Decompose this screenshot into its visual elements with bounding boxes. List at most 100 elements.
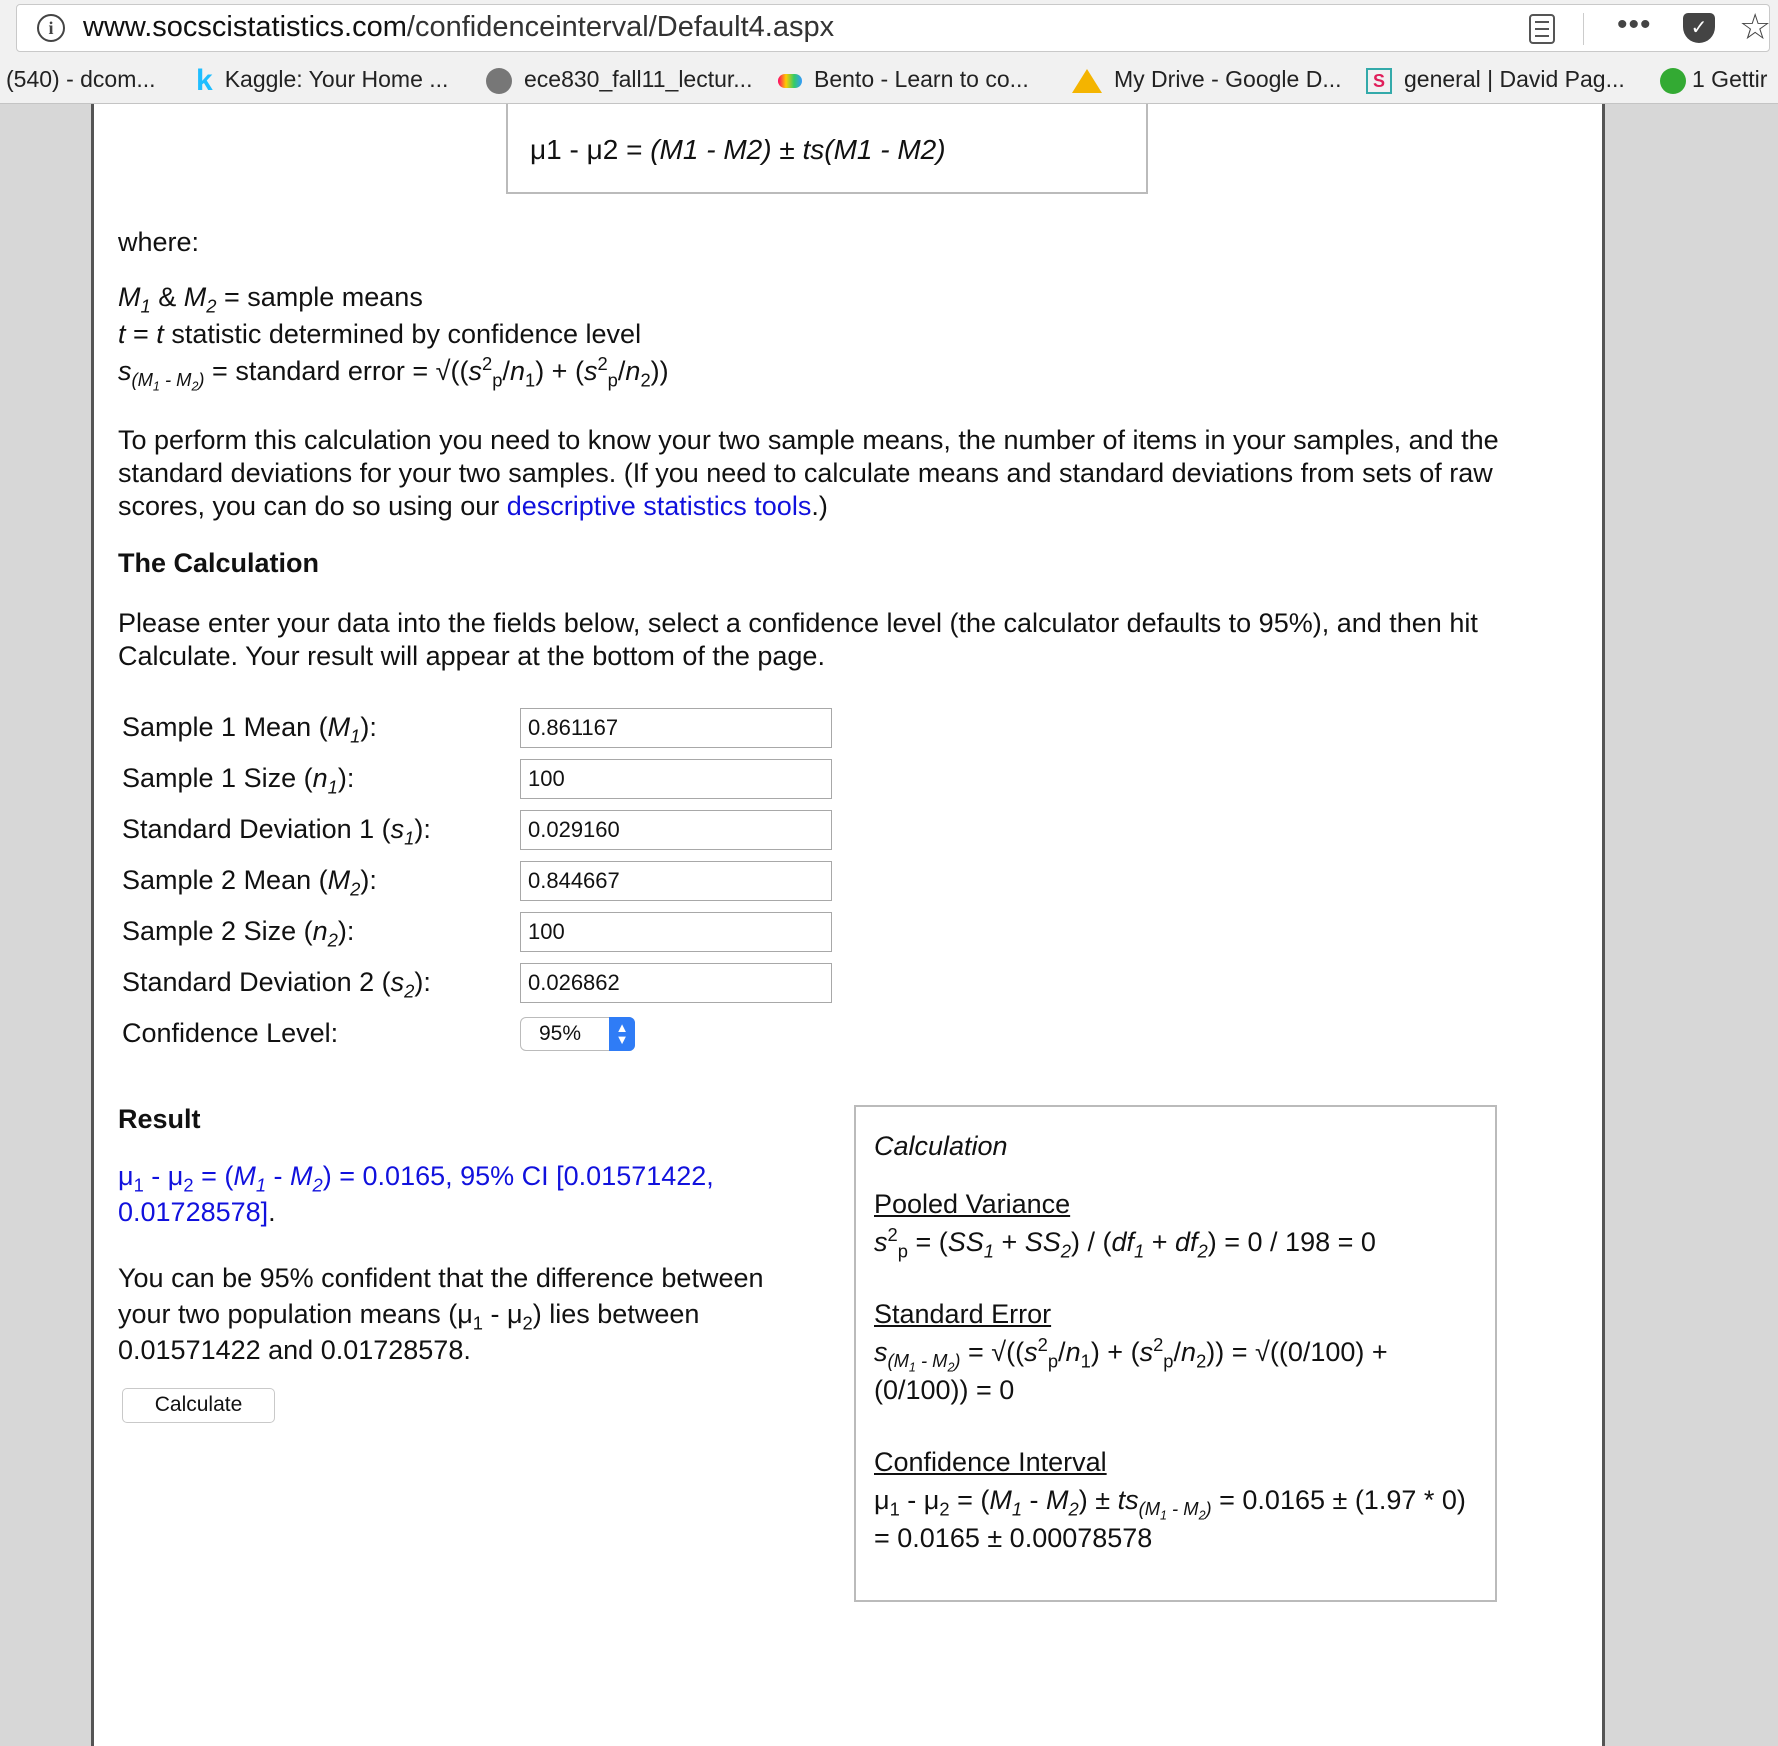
field-sub: 1 [350,725,361,747]
address-bar[interactable]: i www.socscistatistics.com/confidenceint… [16,4,1771,52]
slack-icon: S [1366,67,1392,94]
select-chevron-icon: ▲ ▼ [609,1016,635,1051]
bookmark-item[interactable]: k Kaggle: Your Home ... [196,63,449,97]
definition-std-error: s(M1 - M2) = standard error = √((s2p/n1)… [118,352,669,394]
field-label: Sample 1 Mean (M1): [122,712,377,747]
bookmark-item[interactable]: Sgeneral | David Pag... [1366,66,1625,94]
bookmark-label: My Drive - Google D... [1114,66,1342,92]
pooled-variance-heading: Pooled Variance [874,1189,1071,1219]
std-dev1-input[interactable] [520,809,832,850]
kaggle-icon: k [196,63,213,97]
url-path: /confidenceinterval/Default4.aspx [406,11,835,43]
bookmark-item[interactable]: (540) - dcom... [6,66,156,93]
intro-paragraph: To perform this calculation you need to … [118,424,1558,523]
confidence-level-value: 95% [539,1021,582,1045]
sample2-size-input[interactable] [520,911,832,952]
bookmark-item[interactable]: ece830_fall11_lectur... [486,66,752,94]
field-symbol: n [312,763,328,793]
field-label: Standard Deviation 1 (s1): [122,814,431,849]
formula-lhs: μ1 - μ2 = [530,134,643,165]
result-heading: Result [118,1104,201,1134]
ci-formula: μ1 - μ2 = (M1 - M2) ± ts(M1 - M2) = 0.01… [874,1485,1466,1553]
bookmark-label: Bento - Learn to co... [814,66,1029,92]
bookmark-label: ece830_fall11_lectur... [524,66,753,92]
result-ci: μ1 - μ2 = (M1 - M2) = 0.0165, 95% CI [0.… [118,1161,714,1227]
standard-error-formula: s(M1 - M2) = √((s2p/n1) + (s2p/n2)) = √(… [874,1333,1388,1405]
green-icon [1660,67,1686,94]
field-label: Sample 1 Size (n1): [122,763,355,798]
field-label-text: Standard Deviation 1 [122,814,375,844]
reader-view-icon[interactable] [1529,14,1555,44]
definitions-list: M1 & M2 = sample means t = t statistic d… [118,279,1518,394]
page-actions-menu-icon[interactable]: ••• [1617,8,1652,42]
result-statement: You can be 95% confident that the differ… [118,1263,764,1365]
browser-toolbar: i www.socscistatistics.com/confidenceint… [0,0,1778,58]
bookmark-label: (540) - dcom... [6,66,156,92]
page-content: μ1 - μ2 = (M1 - M2) ± ts(M1 - M2) where:… [91,104,1605,1746]
sample1-size-input[interactable] [520,758,832,799]
field-label-text: Sample 2 Size [122,916,297,946]
confidence-level-label: Confidence Level: [122,1018,339,1048]
result-ci-text: = 0.0165, 95% CI [0.01571422, 0.01728578… [118,1161,714,1227]
formula-box: μ1 - μ2 = (M1 - M2) ± ts(M1 - M2) [506,104,1148,194]
field-sub: 2 [327,929,338,951]
toolbar-separator [1583,13,1584,45]
calculate-button[interactable]: Calculate [122,1388,275,1423]
formula-rhs: (M1 - M2) ± ts(M1 - M2) [650,134,946,165]
field-sub: 1 [404,827,415,849]
descriptive-statistics-link[interactable]: descriptive statistics tools [507,491,812,521]
field-label-text: Sample 1 Size [122,763,297,793]
calculation-heading: The Calculation [118,548,320,578]
field-label: Sample 2 Size (n2): [122,916,355,951]
pooled-variance-formula: s2p = (SS1 + SS2) / (df1 + df2) = 0 / 19… [874,1223,1376,1262]
field-label: Sample 2 Mean (M2): [122,865,377,900]
form-row: Standard Deviation 1 (s1): [122,804,832,855]
google-drive-icon [1072,68,1102,93]
std-dev2-input[interactable] [520,962,832,1003]
form-row: Confidence Level: 95% ▲ ▼ [122,1008,832,1059]
form-row: Sample 1 Size (n1): [122,753,832,804]
intro-text-end: .) [811,491,828,521]
confidence-level-select[interactable]: 95% ▲ ▼ [520,1016,635,1051]
bookmark-item[interactable]: Bento - Learn to co... [778,66,1029,93]
pocket-icon[interactable]: ✓ [1683,13,1715,43]
field-symbol: s [390,967,405,997]
definition-t-text: statistic determined by confidence level [171,319,642,349]
info-icon[interactable]: i [37,14,65,42]
field-sub: 2 [350,878,361,900]
field-symbol: n [312,916,328,946]
bookmarks-bar: (540) - dcom... k Kaggle: Your Home ... e… [0,58,1778,104]
standard-error-heading: Standard Error [874,1299,1052,1329]
bookmark-label: 1 Gettir [1692,66,1768,92]
field-label-text: Sample 2 Mean [122,865,312,895]
sample1-mean-input[interactable] [520,707,832,748]
bookmark-item[interactable]: My Drive - Google D... [1072,66,1342,93]
definition-std-error-text: = standard error = [212,356,429,386]
field-symbol: s [390,814,405,844]
input-form: Sample 1 Mean (M1): Sample 1 Size (n1): … [122,702,832,1059]
form-row: Sample 1 Mean (M1): [122,702,832,753]
definition-means-text: = sample means [223,282,423,312]
bookmark-label: general | David Pag... [1404,66,1625,92]
pooled-variance-result: = 0 / 198 = 0 [1224,1227,1376,1257]
url-host: www.socscistatistics.com [83,11,407,43]
definition-t: t = t statistic determined by confidence… [118,319,642,349]
form-row: Sample 2 Size (n2): [122,906,832,957]
instructions-paragraph: Please enter your data into the fields b… [118,608,1478,671]
field-sub: 1 [327,776,338,798]
field-symbol: M [327,712,351,742]
bookmark-star-icon[interactable]: ☆ [1739,6,1771,48]
field-label-text: Sample 1 Mean [122,712,312,742]
form-row: Standard Deviation 2 (s2): [122,957,832,1008]
globe-icon [486,67,512,94]
field-label-text: Standard Deviation 2 [122,967,375,997]
sample2-mean-input[interactable] [520,860,832,901]
field-sub: 2 [404,980,415,1002]
bookmark-item[interactable]: 1 Gettir [1660,66,1767,94]
bookmark-label: Kaggle: Your Home ... [224,66,449,92]
field-label: Standard Deviation 2 (s2): [122,967,431,1002]
definition-means: M1 & M2 = sample means [118,282,423,317]
form-row: Sample 2 Mean (M2): [122,855,832,906]
bento-icon [778,73,802,88]
url-text[interactable]: www.socscistatistics.com/confidenceinter… [83,11,834,44]
